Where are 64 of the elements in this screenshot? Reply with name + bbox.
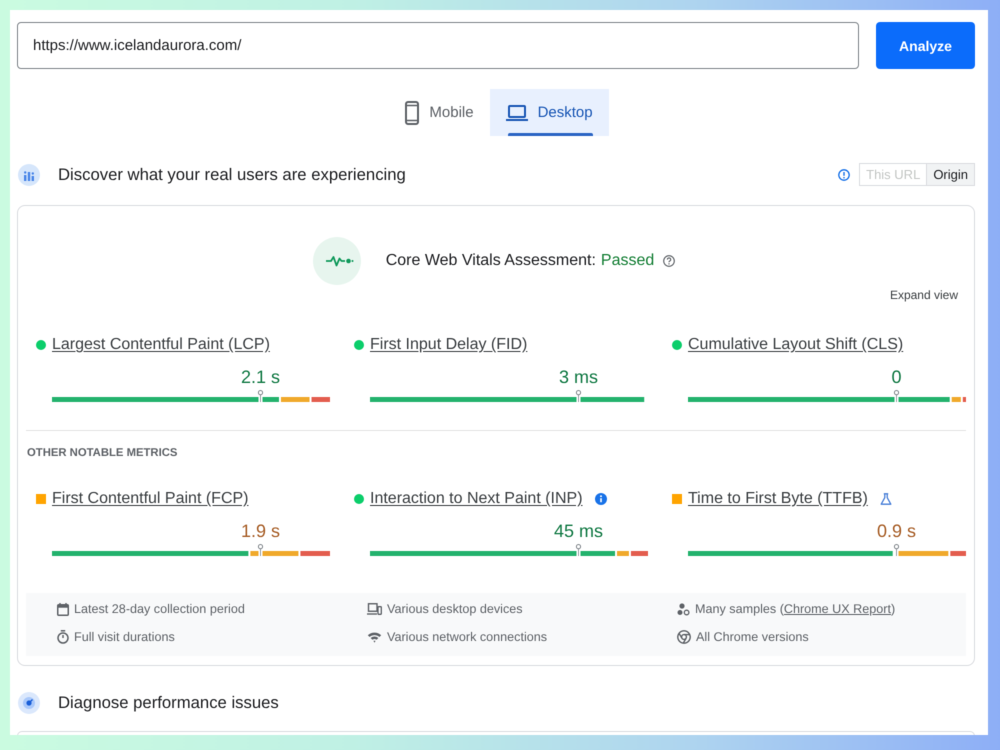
timer-icon <box>57 630 69 644</box>
devices-icon <box>367 603 382 615</box>
calendar-icon <box>57 602 69 616</box>
poor-share-bar <box>950 551 966 556</box>
gauge-icon <box>18 692 40 714</box>
device-tab[interactable]: Mobile <box>389 89 490 136</box>
section-title: Diagnose performance issues <box>58 692 279 712</box>
good-share-bar <box>580 397 644 402</box>
poor-share-bar <box>312 397 330 402</box>
average-share-bar <box>898 551 948 556</box>
good-share-bar <box>262 397 279 402</box>
percentile-marker <box>258 390 264 402</box>
percentile-marker <box>894 390 900 402</box>
note-text: Full visit durations <box>74 629 175 645</box>
note-text: All Chrome versions <box>696 629 809 645</box>
percentile-marker <box>258 544 264 556</box>
metric-value: 45 ms <box>554 520 604 542</box>
note-text: Latest 28-day collection period <box>74 601 245 617</box>
percentile-marker <box>576 390 582 402</box>
metric-link[interactable]: Cumulative Layout Shift (CLS) <box>688 335 904 355</box>
metric-value: 1.9 s <box>240 520 280 542</box>
metric-link[interactable]: First Contentful Paint (FCP) <box>52 489 248 509</box>
browser-logo-icon <box>677 630 691 644</box>
assessment-text: Core Web Vitals Assessment: Passed <box>386 252 654 270</box>
device-tab[interactable]: Desktop <box>490 89 609 136</box>
metric-value: 2.1 s <box>240 366 280 388</box>
info-icon[interactable] <box>594 493 607 505</box>
note-text: Many samples (Chrome UX Report) <box>695 601 896 617</box>
metric-value: 0 <box>891 366 902 388</box>
good-share-bar <box>580 551 616 556</box>
wifi-icon <box>367 631 382 643</box>
poor-share-bar <box>300 551 330 556</box>
average-share-bar <box>952 397 961 402</box>
metric-link[interactable]: Interaction to Next Paint (INP) <box>370 489 583 509</box>
info-icon[interactable] <box>838 168 850 180</box>
laptop-icon <box>506 104 528 120</box>
metric-link[interactable]: Time to First Byte (TTFB) <box>688 489 868 509</box>
analyze-button[interactable]: Analyze <box>876 22 975 69</box>
section-label: OTHER NOTABLE METRICS <box>27 447 178 459</box>
metric-link[interactable]: First Input Delay (FID) <box>370 335 528 355</box>
average-share-bar <box>250 551 258 556</box>
average-share-bar <box>280 397 310 402</box>
poor-share-bar <box>630 551 648 556</box>
help-icon[interactable] <box>663 255 676 267</box>
expand-view-link[interactable]: Expand view <box>890 288 958 302</box>
percentile-marker <box>576 544 582 556</box>
metric-link[interactable]: Largest Contentful Paint (LCP) <box>52 335 270 355</box>
good-share-bar <box>898 397 950 402</box>
note-text: Various network connections <box>387 629 548 645</box>
note-text: Various desktop devices <box>387 601 523 617</box>
bar-chart-icon <box>18 164 40 186</box>
metric-value: 3 ms <box>558 366 598 388</box>
url-field[interactable]: https://www.icelandaurora.com/ <box>17 22 859 69</box>
average-share-bar <box>617 551 629 556</box>
report-link[interactable]: Chrome UX Report <box>784 602 891 616</box>
metric-value: 0.9 s <box>876 520 916 542</box>
scope-option[interactable]: Origin <box>926 164 974 185</box>
average-share-bar <box>262 551 298 556</box>
phone-icon <box>405 100 420 124</box>
percentile-marker <box>894 544 900 556</box>
poor-share-bar <box>962 397 966 402</box>
pulse-icon <box>312 237 361 285</box>
samples-icon <box>677 602 690 616</box>
section-title: Discover what your real users are experiencing <box>58 164 406 184</box>
